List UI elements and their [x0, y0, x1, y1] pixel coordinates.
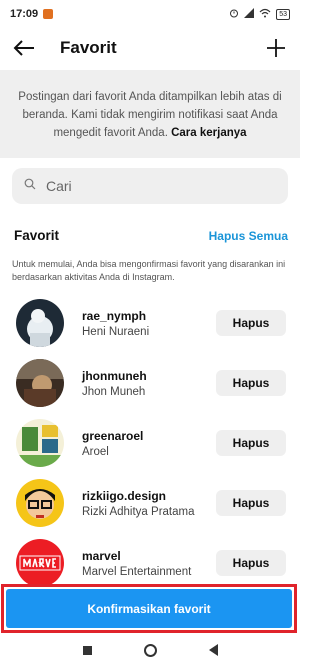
remove-all-button[interactable]: Hapus Semua [209, 229, 288, 243]
list-item: greenaroel Aroel Hapus [0, 413, 300, 473]
user-info: marvel Marvel Entertainment [82, 549, 191, 578]
status-bar: 17:09 53 [0, 0, 300, 28]
section-description: Untuk memulai, Anda bisa mengonfirmasi f… [12, 259, 286, 282]
back-icon[interactable] [208, 644, 218, 656]
info-banner: Postingan dari favorit Anda ditampilkan … [0, 70, 300, 158]
avatar[interactable] [16, 299, 64, 347]
full-name: Jhon Muneh [82, 385, 146, 398]
full-name: Marvel Entertainment [82, 565, 192, 578]
confirm-favorites-button[interactable]: Konfirmasikan favorit [6, 589, 292, 628]
full-name: Rizki Adhitya Pratama [82, 505, 195, 518]
status-time: 17:09 [10, 8, 39, 20]
username[interactable]: marvel [82, 549, 191, 563]
full-name: Heni Nuraeni [82, 325, 150, 338]
username[interactable]: rizkiigo.design [82, 489, 195, 503]
avatar[interactable] [16, 419, 64, 467]
remove-button[interactable]: Hapus [216, 550, 286, 576]
section-title: Favorit [14, 228, 60, 243]
confirm-highlight: Konfirmasikan favorit [1, 584, 297, 633]
list-item: rae_nymph Heni Nuraeni Hapus [0, 293, 300, 353]
avatar[interactable] [16, 359, 64, 407]
search-bar[interactable] [12, 168, 288, 204]
battery-icon: 53 [276, 8, 290, 20]
remove-button[interactable]: Hapus [216, 490, 286, 516]
signal-icon [244, 7, 255, 21]
username[interactable]: jhonmuneh [82, 369, 147, 383]
header: Favorit [0, 28, 300, 68]
user-info: rae_nymph Heni Nuraeni [82, 309, 149, 338]
alarm-icon [229, 8, 239, 21]
user-info: jhonmuneh Jhon Muneh [82, 369, 147, 398]
plus-icon[interactable] [264, 36, 288, 60]
search-input[interactable] [46, 178, 266, 194]
how-it-works-link[interactable]: Cara kerjanya [171, 127, 246, 139]
list-item: rizkiigo.design Rizki Adhitya Pratama Ha… [0, 473, 300, 533]
remove-button[interactable]: Hapus [216, 370, 286, 396]
username[interactable]: greenaroel [82, 429, 143, 443]
recents-icon[interactable] [82, 645, 92, 655]
favorites-section-header: Favorit Hapus Semua [14, 228, 288, 243]
notification-icon [43, 9, 54, 19]
avatar[interactable] [16, 539, 64, 587]
remove-button[interactable]: Hapus [216, 430, 286, 456]
arrow-left-icon[interactable] [12, 36, 36, 60]
search-icon [24, 177, 36, 195]
user-info: greenaroel Aroel [82, 429, 143, 458]
wifi-icon [259, 8, 271, 21]
user-info: rizkiigo.design Rizki Adhitya Pratama [82, 489, 195, 518]
remove-button[interactable]: Hapus [216, 310, 286, 336]
status-icons: 53 [229, 7, 290, 21]
list-item: jhonmuneh Jhon Muneh Hapus [0, 353, 300, 413]
username[interactable]: rae_nymph [82, 309, 149, 323]
avatar[interactable] [16, 479, 64, 527]
full-name: Aroel [82, 445, 109, 458]
page-title: Favorit [60, 38, 117, 57]
home-icon[interactable] [143, 643, 157, 657]
system-nav-bar [0, 634, 300, 666]
